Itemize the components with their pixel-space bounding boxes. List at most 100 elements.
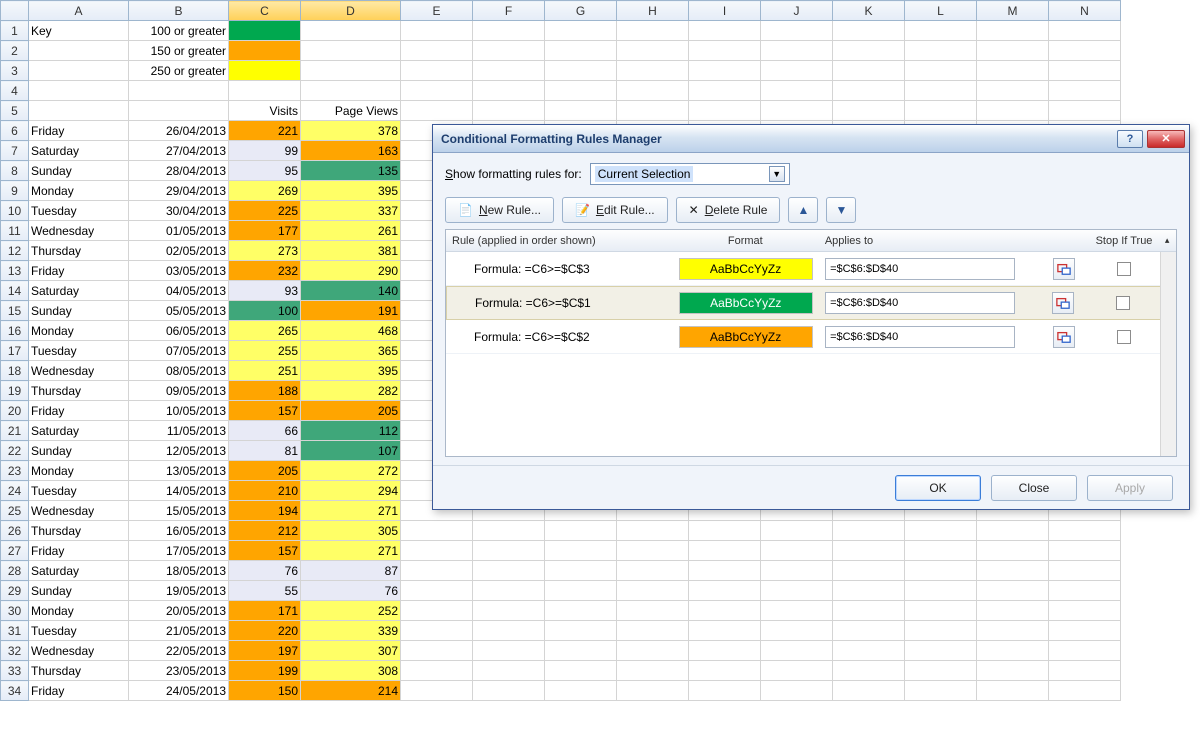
cell-B2[interactable]: 150 or greater: [129, 41, 229, 61]
cell-D31[interactable]: 339: [301, 621, 401, 641]
cell-G4[interactable]: [545, 81, 617, 101]
cell-A6[interactable]: Friday: [29, 121, 129, 141]
close-button[interactable]: Close: [991, 475, 1077, 501]
cell-B28[interactable]: 18/05/2013: [129, 561, 229, 581]
cell-F1[interactable]: [473, 21, 545, 41]
cell-C28[interactable]: 76: [229, 561, 301, 581]
cell-B20[interactable]: 10/05/2013: [129, 401, 229, 421]
cell-G30[interactable]: [545, 601, 617, 621]
cell-A9[interactable]: Monday: [29, 181, 129, 201]
cell-A28[interactable]: Saturday: [29, 561, 129, 581]
cell-H31[interactable]: [617, 621, 689, 641]
column-header-K[interactable]: K: [833, 1, 905, 21]
col-format-header[interactable]: Format: [672, 235, 819, 247]
cell-C23[interactable]: 205: [229, 461, 301, 481]
row-header-25[interactable]: 25: [1, 501, 29, 521]
cell-H32[interactable]: [617, 641, 689, 661]
cell-M31[interactable]: [977, 621, 1049, 641]
cell-N2[interactable]: [1049, 41, 1121, 61]
cell-H1[interactable]: [617, 21, 689, 41]
cell-G27[interactable]: [545, 541, 617, 561]
cell-K30[interactable]: [833, 601, 905, 621]
cell-B24[interactable]: 14/05/2013: [129, 481, 229, 501]
cell-H2[interactable]: [617, 41, 689, 61]
cell-D14[interactable]: 140: [301, 281, 401, 301]
cell-B22[interactable]: 12/05/2013: [129, 441, 229, 461]
cell-N4[interactable]: [1049, 81, 1121, 101]
cell-E5[interactable]: [401, 101, 473, 121]
cell-G3[interactable]: [545, 61, 617, 81]
cell-G5[interactable]: [545, 101, 617, 121]
cell-C32[interactable]: 197: [229, 641, 301, 661]
cell-D27[interactable]: 271: [301, 541, 401, 561]
cell-C13[interactable]: 232: [229, 261, 301, 281]
row-header-7[interactable]: 7: [1, 141, 29, 161]
column-header-I[interactable]: I: [689, 1, 761, 21]
cell-D4[interactable]: [301, 81, 401, 101]
cell-C15[interactable]: 100: [229, 301, 301, 321]
cell-N28[interactable]: [1049, 561, 1121, 581]
rule-row-0[interactable]: Formula: =C6>=$C$3 AaBbCcYyZz =$C$6:$D$4…: [446, 252, 1176, 286]
row-header-12[interactable]: 12: [1, 241, 29, 261]
cell-C16[interactable]: 265: [229, 321, 301, 341]
column-header-D[interactable]: D: [301, 1, 401, 21]
cell-K2[interactable]: [833, 41, 905, 61]
row-header-18[interactable]: 18: [1, 361, 29, 381]
cell-B29[interactable]: 19/05/2013: [129, 581, 229, 601]
cell-G26[interactable]: [545, 521, 617, 541]
cell-N30[interactable]: [1049, 601, 1121, 621]
cell-G33[interactable]: [545, 661, 617, 681]
cell-D23[interactable]: 272: [301, 461, 401, 481]
cell-A11[interactable]: Wednesday: [29, 221, 129, 241]
cell-D21[interactable]: 112: [301, 421, 401, 441]
cell-L29[interactable]: [905, 581, 977, 601]
cell-M2[interactable]: [977, 41, 1049, 61]
cell-D6[interactable]: 378: [301, 121, 401, 141]
cell-E27[interactable]: [401, 541, 473, 561]
cell-A19[interactable]: Thursday: [29, 381, 129, 401]
cell-M29[interactable]: [977, 581, 1049, 601]
cell-F4[interactable]: [473, 81, 545, 101]
cell-H34[interactable]: [617, 681, 689, 701]
cell-J30[interactable]: [761, 601, 833, 621]
cell-A27[interactable]: Friday: [29, 541, 129, 561]
col-rule-header[interactable]: Rule (applied in order shown): [446, 235, 672, 247]
cell-N3[interactable]: [1049, 61, 1121, 81]
cell-E33[interactable]: [401, 661, 473, 681]
cell-C2[interactable]: [229, 41, 301, 61]
col-applies-header[interactable]: Applies to: [819, 235, 1051, 247]
cell-E32[interactable]: [401, 641, 473, 661]
cell-K4[interactable]: [833, 81, 905, 101]
cell-L34[interactable]: [905, 681, 977, 701]
row-header-34[interactable]: 34: [1, 681, 29, 701]
row-header-27[interactable]: 27: [1, 541, 29, 561]
row-header-20[interactable]: 20: [1, 401, 29, 421]
cell-C24[interactable]: 210: [229, 481, 301, 501]
new-rule-button[interactable]: 📄 New Rule...: [445, 197, 554, 223]
cell-A21[interactable]: Saturday: [29, 421, 129, 441]
cell-K34[interactable]: [833, 681, 905, 701]
cell-M30[interactable]: [977, 601, 1049, 621]
cell-E1[interactable]: [401, 21, 473, 41]
cell-B32[interactable]: 22/05/2013: [129, 641, 229, 661]
col-stop-header[interactable]: Stop If True: [1090, 235, 1159, 247]
cell-D18[interactable]: 395: [301, 361, 401, 381]
cell-I30[interactable]: [689, 601, 761, 621]
cell-H26[interactable]: [617, 521, 689, 541]
cell-F26[interactable]: [473, 521, 545, 541]
row-header-16[interactable]: 16: [1, 321, 29, 341]
cell-J31[interactable]: [761, 621, 833, 641]
cell-H5[interactable]: [617, 101, 689, 121]
cell-G2[interactable]: [545, 41, 617, 61]
cell-N34[interactable]: [1049, 681, 1121, 701]
cell-B16[interactable]: 06/05/2013: [129, 321, 229, 341]
cell-E4[interactable]: [401, 81, 473, 101]
cell-C26[interactable]: 212: [229, 521, 301, 541]
move-down-button[interactable]: ▼: [826, 197, 856, 223]
applies-to-input[interactable]: =$C$6:$D$40: [825, 258, 1015, 280]
cell-L3[interactable]: [905, 61, 977, 81]
cell-D1[interactable]: [301, 21, 401, 41]
column-header-N[interactable]: N: [1049, 1, 1121, 21]
cell-D16[interactable]: 468: [301, 321, 401, 341]
cell-B17[interactable]: 07/05/2013: [129, 341, 229, 361]
